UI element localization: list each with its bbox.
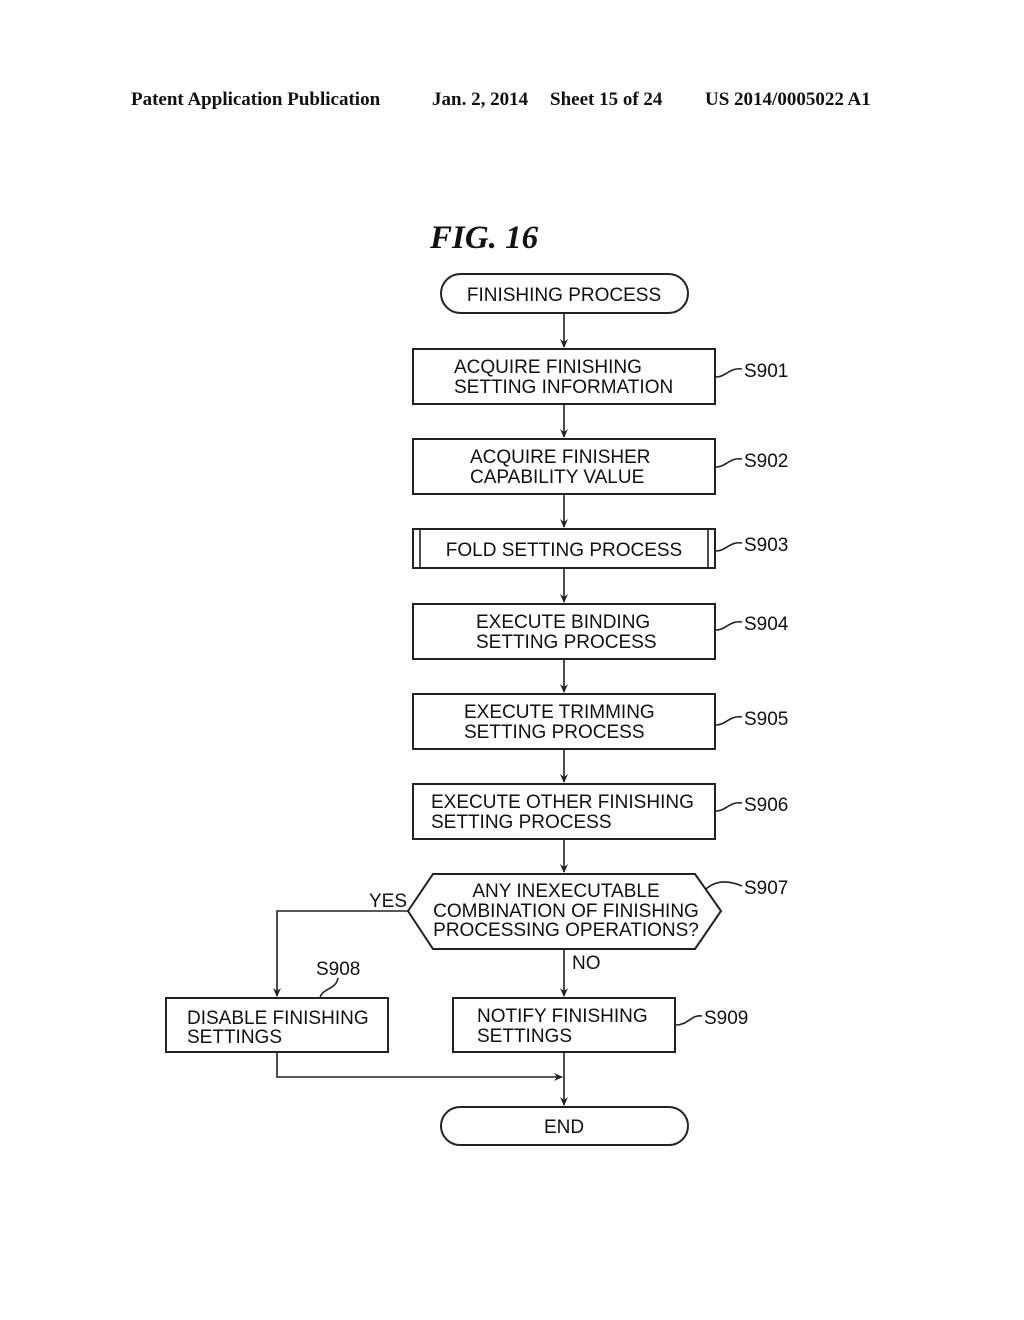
step-s905-line1: EXECUTE TRIMMING — [464, 702, 655, 723]
leader-s903 — [715, 541, 743, 552]
decision-id: S907 — [744, 878, 788, 899]
step-s902: ACQUIRE FINISHER CAPABILITY VALUE S902 — [412, 438, 788, 495]
step-s901-line2: SETTING INFORMATION — [454, 377, 673, 398]
leader-s905 — [715, 715, 743, 726]
leader-s904 — [715, 620, 743, 631]
step-s904: EXECUTE BINDING SETTING PROCESS S904 — [412, 603, 789, 660]
step-s906: EXECUTE OTHER FINISHING SETTING PROCESS … — [412, 783, 788, 840]
step-s904-line2: SETTING PROCESS — [476, 632, 657, 653]
step-s901: ACQUIRE FINISHING SETTING INFORMATION S9… — [412, 348, 788, 405]
step-s905-id: S905 — [744, 709, 788, 730]
step-s902-line2: CAPABILITY VALUE — [470, 467, 644, 488]
decision-line1: ANY INEXECUTABLE — [472, 881, 659, 902]
leader-s908 — [319, 977, 339, 999]
end-label: END — [544, 1117, 584, 1138]
decision-line2: COMBINATION OF FINISHING — [433, 901, 699, 922]
step-s909: NOTIFY FINISHING SETTINGS S909 — [452, 997, 748, 1053]
step-s909-line1: NOTIFY FINISHING — [477, 1006, 648, 1027]
step-s901-id: S901 — [744, 361, 788, 382]
step-s909-line2: SETTINGS — [477, 1026, 572, 1047]
step-s908-line2: SETTINGS — [187, 1027, 282, 1048]
leader-s901 — [715, 367, 743, 378]
step-s902-line1: ACQUIRE FINISHER — [470, 447, 651, 468]
end-terminal: END — [440, 1106, 689, 1146]
step-s908-line1: DISABLE FINISHING — [187, 1008, 369, 1029]
start-terminal: FINISHING PROCESS — [440, 273, 689, 314]
leader-s906 — [715, 801, 743, 812]
step-s906-line1: EXECUTE OTHER FINISHING — [431, 792, 694, 813]
step-s906-line2: SETTING PROCESS — [431, 812, 612, 833]
decision-no-label: NO — [572, 953, 601, 974]
arrow-s908-end — [276, 1052, 563, 1081]
step-s908-id: S908 — [316, 959, 360, 980]
leader-s909 — [675, 1015, 703, 1026]
leader-s902 — [715, 457, 743, 468]
step-s905-line2: SETTING PROCESS — [464, 722, 645, 743]
decision-yes-label: YES — [369, 891, 407, 912]
step-s904-line1: EXECUTE BINDING — [476, 612, 650, 633]
decision-line3: PROCESSING OPERATIONS? — [433, 920, 699, 941]
step-s903-id: S903 — [744, 535, 788, 556]
step-s902-id: S902 — [744, 451, 788, 472]
step-s905: EXECUTE TRIMMING SETTING PROCESS S905 — [412, 693, 788, 750]
step-s906-id: S906 — [744, 795, 788, 816]
step-s903: FOLD SETTING PROCESS S903 — [412, 528, 788, 569]
step-s909-id: S909 — [704, 1008, 748, 1029]
step-s903-line1: FOLD SETTING PROCESS — [446, 540, 682, 561]
decision-s907: ANY INEXECUTABLE COMBINATION OF FINISHIN… — [369, 873, 788, 974]
flowchart: FINISHING PROCESS ACQUIRE FINISHING SETT… — [165, 273, 789, 1146]
step-s901-line1: ACQUIRE FINISHING — [454, 357, 642, 378]
arrow-yes-s908 — [273, 910, 408, 997]
leader-s907 — [705, 881, 743, 890]
step-s904-id: S904 — [744, 614, 789, 635]
start-label: FINISHING PROCESS — [467, 285, 661, 306]
